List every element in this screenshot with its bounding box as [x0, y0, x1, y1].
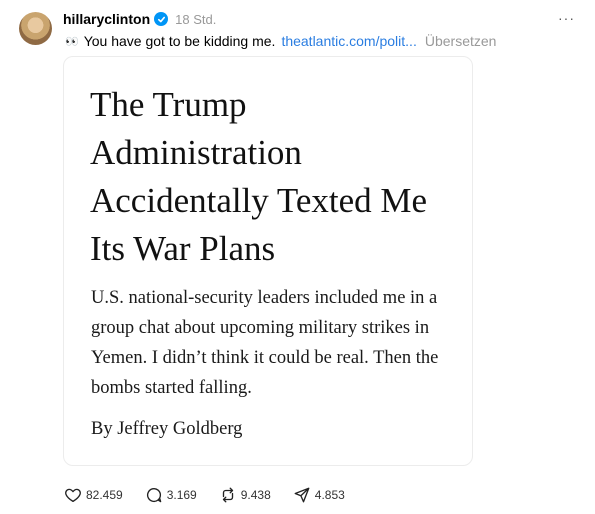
translate-button[interactable]: Übersetzen [425, 33, 497, 49]
verified-badge-icon [154, 12, 169, 26]
heart-icon [65, 488, 81, 503]
reply-button[interactable]: 3.169 [145, 486, 197, 504]
article-headline: The Trump Administration Accidentally Te… [90, 85, 428, 268]
reply-count: 3.169 [166, 488, 197, 502]
article-dek: U.S. national-security leaders included … [91, 288, 439, 398]
comment-icon [146, 487, 161, 503]
caption-text: You have got to be kidding me. [83, 33, 276, 49]
like-count: 82.459 [86, 488, 123, 502]
post-actions: 82.459 3.169 9.438 4.853 [64, 486, 367, 504]
like-button[interactable]: 82.459 [64, 486, 123, 504]
share-count: 4.853 [314, 488, 345, 502]
username[interactable]: hillaryclinton [63, 11, 150, 27]
share-button[interactable]: 4.853 [293, 486, 345, 504]
eyes-emoji: 👀 [65, 35, 79, 48]
repost-button[interactable]: 9.438 [219, 486, 271, 504]
repost-icon [222, 487, 233, 503]
post-timestamp[interactable]: 18 Std. [175, 12, 216, 27]
post-header: hillaryclinton 18 Std. [63, 10, 216, 28]
post-caption: 👀 You have got to be kidding me. theatla… [65, 33, 496, 49]
article-image-card[interactable]: The Trump Administration Accidentally Te… [63, 56, 473, 466]
article-byline: By Jeffrey Goldberg [91, 419, 243, 439]
repost-count: 9.438 [240, 488, 271, 502]
avatar[interactable] [19, 12, 52, 45]
more-options-icon[interactable]: ··· [558, 10, 575, 26]
send-icon [294, 487, 310, 503]
article-link[interactable]: theatlantic.com/polit... [281, 33, 416, 49]
